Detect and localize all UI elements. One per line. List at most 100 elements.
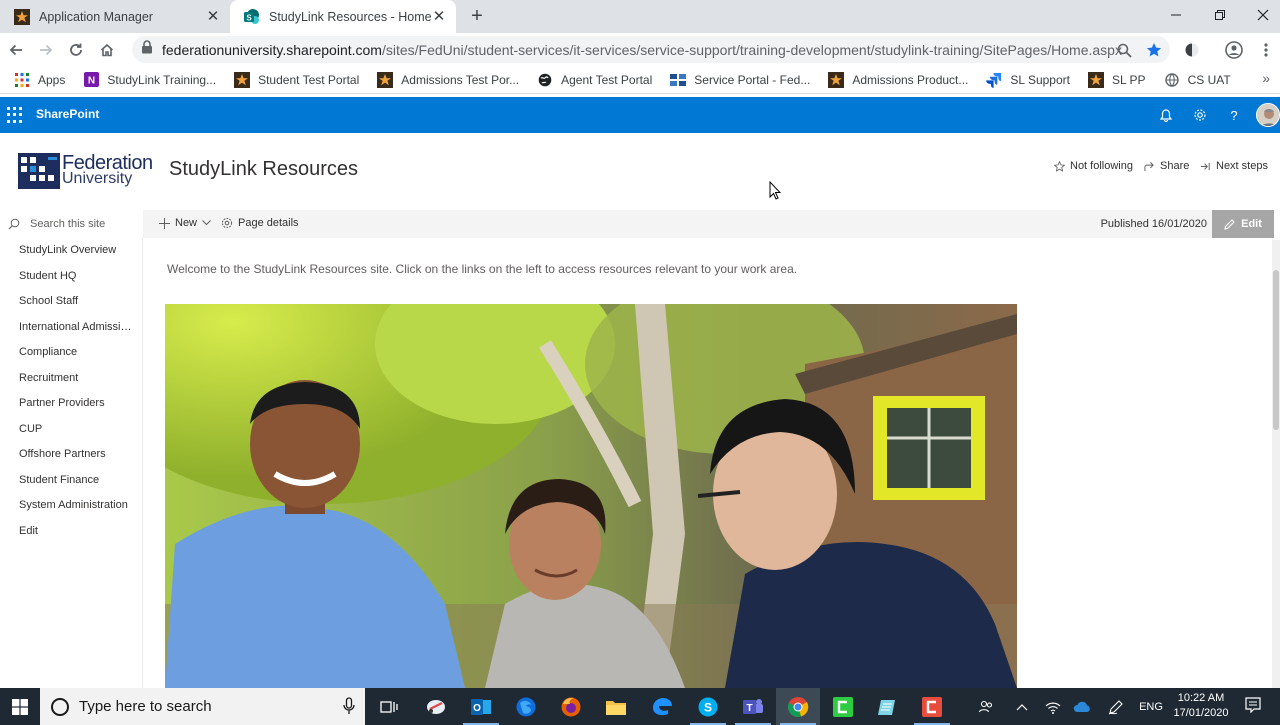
onedrive-cloud-icon[interactable]: [1071, 688, 1093, 725]
teams-icon[interactable]: T: [731, 688, 775, 725]
clock-date: 17/01/2020: [1173, 707, 1229, 719]
firefox-dev-icon[interactable]: [504, 688, 548, 725]
svg-text:S: S: [704, 700, 712, 714]
taskbar-search-box[interactable]: Type here to search: [40, 688, 365, 725]
people-icon[interactable]: [974, 688, 998, 725]
share-button[interactable]: Share: [1144, 160, 1189, 172]
bookmark-apps[interactable]: Apps: [8, 68, 71, 92]
more-bookmarks-chevron-icon[interactable]: »: [1262, 70, 1270, 86]
nav-item-international-admissions[interactable]: International Admissio...: [19, 321, 134, 333]
extension-icon[interactable]: [1180, 38, 1204, 62]
nav-item-student-hq[interactable]: Student HQ: [19, 270, 134, 282]
suite-title[interactable]: SharePoint: [36, 107, 99, 121]
notifications-bell-icon[interactable]: [1156, 105, 1176, 125]
new-button[interactable]: New: [159, 217, 211, 229]
close-window-icon[interactable]: [1241, 0, 1280, 30]
site-title[interactable]: StudyLink Resources: [169, 158, 358, 181]
pen-ink-icon[interactable]: [1105, 688, 1127, 725]
user-avatar[interactable]: [1256, 103, 1280, 127]
wifi-icon[interactable]: [1042, 688, 1064, 725]
restore-window-icon[interactable]: [1198, 0, 1242, 30]
tab-application-manager[interactable]: Application Manager ✕: [0, 0, 230, 33]
task-view-icon[interactable]: [367, 688, 411, 725]
bookmark-label: Apps: [38, 72, 66, 87]
site-search-box[interactable]: Search this site: [0, 210, 143, 238]
snipping-tool-icon[interactable]: [414, 688, 458, 725]
reload-icon[interactable]: [64, 38, 88, 62]
chrome-icon[interactable]: [776, 688, 820, 725]
page-details-label: Page details: [238, 217, 299, 229]
bookmark-cs-uat[interactable]: CS UAT: [1158, 68, 1237, 92]
edit-page-button[interactable]: Edit: [1212, 210, 1274, 238]
edge-icon[interactable]: [640, 688, 684, 725]
input-language[interactable]: ENG: [1134, 688, 1168, 725]
sharepoint-icon: S: [244, 8, 260, 25]
bookmark-sl-support[interactable]: SL Support: [980, 68, 1076, 92]
nav-item-studylink-overview[interactable]: StudyLink Overview: [19, 244, 134, 256]
bookmark-label: Agent Test Portal: [561, 72, 653, 87]
action-center-icon[interactable]: [1245, 697, 1261, 713]
next-steps-button[interactable]: Next steps: [1200, 160, 1268, 172]
not-following-button[interactable]: Not following: [1054, 160, 1133, 172]
windows-taskbar: Type here to search O S T ENG 10:22 AM 1…: [0, 688, 1280, 725]
tab-studylink-resources[interactable]: S StudyLink Resources - Home ✕: [230, 0, 456, 33]
close-tab-icon[interactable]: ✕: [205, 8, 221, 25]
bookmark-student-test-portal[interactable]: Student Test Portal: [228, 68, 365, 92]
bookmark-sl-pp[interactable]: SL PP: [1082, 68, 1152, 92]
bookmark-studylink-training[interactable]: N StudyLink Training...: [77, 68, 222, 92]
camtasia-recorder-icon[interactable]: [910, 688, 954, 725]
nav-item-school-staff[interactable]: School Staff: [19, 295, 134, 307]
next-steps-icon: [1200, 161, 1211, 172]
browser-menu-icon[interactable]: [1254, 38, 1278, 62]
nav-item-system-administration[interactable]: System Administration: [19, 499, 134, 511]
bookmark-label: StudyLink Training...: [107, 72, 217, 87]
feduni-star-icon: [1087, 71, 1104, 88]
nav-item-partner-providers[interactable]: Partner Providers: [19, 397, 134, 409]
file-explorer-icon[interactable]: [594, 688, 638, 725]
nav-item-recruitment[interactable]: Recruitment: [19, 372, 134, 384]
help-question-icon[interactable]: ?: [1224, 105, 1244, 125]
page-details-button[interactable]: Page details: [221, 217, 299, 229]
taskbar-clock[interactable]: 10:22 AM 17/01/2020: [1168, 691, 1234, 721]
nav-item-cup[interactable]: CUP: [19, 423, 134, 435]
minimize-window-icon[interactable]: [1154, 0, 1198, 30]
svg-text:T: T: [746, 703, 752, 714]
browser-toolbar: federationuniversity.sharepoint.com/site…: [0, 33, 1280, 66]
feduni-star-icon: [828, 71, 845, 88]
address-bar[interactable]: federationuniversity.sharepoint.com/site…: [132, 36, 1170, 63]
home-icon[interactable]: [95, 38, 119, 62]
windows-start-icon[interactable]: [0, 688, 40, 725]
camtasia-icon[interactable]: [821, 688, 865, 725]
bookmark-star-icon[interactable]: [1142, 38, 1166, 62]
new-tab-plus-icon[interactable]: +: [466, 6, 488, 28]
nav-item-student-finance[interactable]: Student Finance: [19, 474, 134, 486]
bookmark-service-portal[interactable]: Service Portal - Fed...: [664, 68, 816, 92]
nav-edit-link[interactable]: Edit: [19, 525, 134, 537]
feduni-star-icon: [377, 71, 394, 88]
apps-grid-icon: [14, 72, 30, 88]
logo-mark-icon: [18, 153, 60, 189]
nav-item-compliance[interactable]: Compliance: [19, 346, 134, 358]
close-tab-icon[interactable]: ✕: [431, 8, 447, 25]
nav-item-offshore-partners[interactable]: Offshore Partners: [19, 448, 134, 460]
page-scrollbar[interactable]: [1272, 240, 1280, 688]
outlook-icon[interactable]: O: [459, 688, 503, 725]
settings-gear-icon[interactable]: [1190, 105, 1210, 125]
skype-icon[interactable]: S: [686, 688, 730, 725]
scrollbar-thumb[interactable]: [1273, 270, 1279, 430]
federation-university-logo[interactable]: Federation University: [18, 151, 158, 191]
search-page-icon[interactable]: [1112, 38, 1136, 62]
tray-chevron-up-icon[interactable]: [1011, 688, 1033, 725]
bookmark-admissions-test-portal[interactable]: Admissions Test Por...: [371, 68, 525, 92]
firefox-icon[interactable]: [549, 688, 593, 725]
bookmark-agent-test-portal[interactable]: Agent Test Portal: [531, 68, 658, 92]
profile-icon[interactable]: [1222, 38, 1246, 62]
bookmark-label: CS UAT: [1187, 72, 1231, 87]
notes-icon[interactable]: [866, 688, 910, 725]
forward-arrow-icon[interactable]: [34, 38, 58, 62]
pencil-icon: [1224, 218, 1235, 230]
bookmark-admissions-production[interactable]: Admissions Product...: [822, 68, 974, 92]
back-arrow-icon[interactable]: [4, 38, 28, 62]
app-launcher-waffle-icon[interactable]: [6, 106, 24, 124]
microphone-icon[interactable]: [343, 697, 355, 715]
